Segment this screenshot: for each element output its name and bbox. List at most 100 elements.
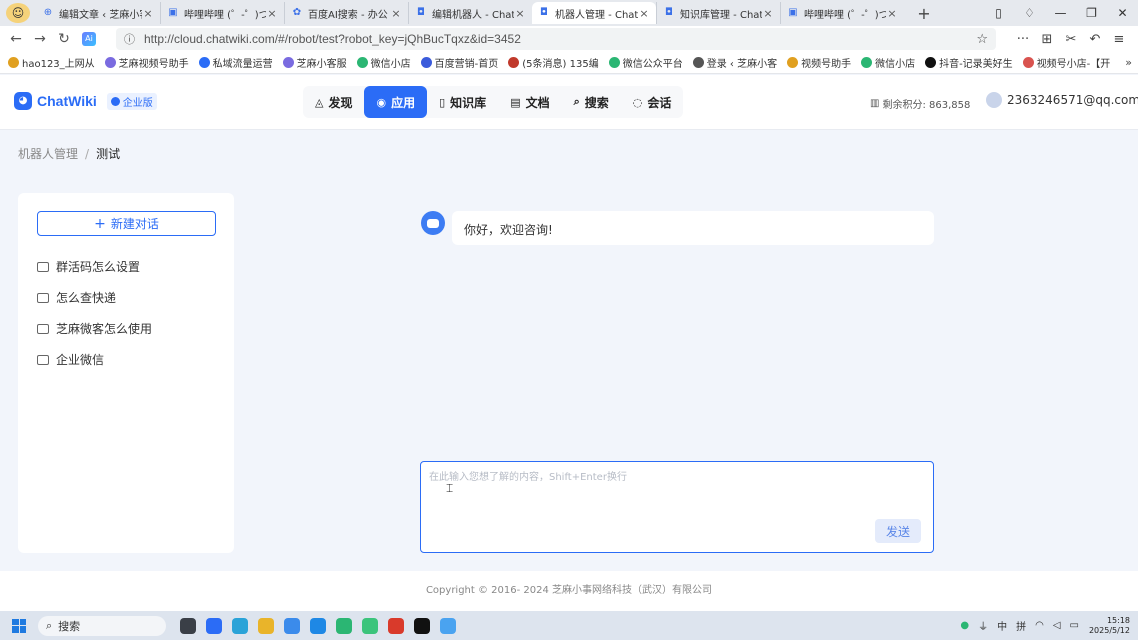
- bot-face: [427, 218, 439, 228]
- chat-icon: ◌: [632, 95, 643, 109]
- nav-sessions[interactable]: ◌ 会话: [621, 86, 684, 118]
- screen-capture-icon[interactable]: [362, 617, 378, 634]
- brand-logo[interactable]: ◕ ChatWiki 企业版: [14, 92, 157, 110]
- volume-icon[interactable]: ◁: [1053, 620, 1061, 631]
- bookmark-favicon-icon: [420, 57, 432, 68]
- minimize-icon[interactable]: —: [1045, 6, 1076, 20]
- nav-documents[interactable]: ▤ 文档: [498, 86, 561, 118]
- more-icon[interactable]: ···: [1012, 32, 1034, 47]
- bookmark-item[interactable]: 百度营销-首页: [420, 55, 498, 70]
- restore-icon[interactable]: ❐: [1076, 6, 1107, 20]
- chatwiki-icon: ◘: [665, 7, 673, 18]
- chatwiki-icon: ◘: [417, 7, 425, 18]
- menu-icon[interactable]: ≡: [1108, 32, 1130, 47]
- bookmark-item[interactable]: 微信小店: [861, 55, 915, 70]
- site-info-icon[interactable]: ⓘ: [124, 31, 138, 47]
- message-input[interactable]: [429, 468, 919, 518]
- paint-icon[interactable]: [310, 617, 326, 634]
- send-button[interactable]: 发送: [875, 519, 921, 543]
- browser-tab-strip: ☺ ⊕编辑文章 ‹ 芝麻小客× ▣哔哩哔哩 (゜-゜)つロ× ✿百度AI搜索 -…: [0, 0, 1138, 26]
- taskbar-search[interactable]: ⌕ 搜索: [38, 615, 166, 636]
- profile-avatar-icon[interactable]: ☺: [6, 3, 30, 23]
- back-icon[interactable]: ←: [4, 31, 28, 47]
- breadcrumb-current: 测试: [96, 147, 121, 161]
- bookmark-item[interactable]: 抖音-记录美好生: [925, 55, 1013, 70]
- close-tab-icon[interactable]: ×: [762, 7, 774, 20]
- wifi-icon[interactable]: ◠: [1035, 620, 1044, 631]
- user-menu[interactable]: 2363246571@qq.com ⌄: [986, 92, 1138, 108]
- bookmark-star-icon[interactable]: ☆: [976, 32, 988, 47]
- bookmark-item[interactable]: 私域流量运营: [198, 55, 273, 70]
- browser-tab[interactable]: ▣ 哔哩哔哩 (゜-゜)つ ×: [780, 2, 904, 24]
- bookmark-item[interactable]: 登录 ‹ 芝麻小客: [692, 55, 777, 70]
- browser-tab-active[interactable]: ◘ 机器人管理 - Chat ×: [532, 2, 656, 24]
- message-composer: 发送: [420, 461, 934, 553]
- nav-search[interactable]: ⌕ 搜索: [562, 86, 621, 118]
- bookmarks-overflow-icon[interactable]: »: [1125, 56, 1132, 69]
- chrome-icon[interactable]: [258, 617, 274, 634]
- bookmark-item[interactable]: 微信小店: [356, 55, 411, 70]
- browser-tab[interactable]: ▣哔哩哔哩 (゜-゜)つロ×: [160, 2, 284, 24]
- conversation-item[interactable]: 芝麻微客怎么使用: [37, 313, 152, 344]
- conversation-item[interactable]: 群活码怎么设置: [37, 251, 152, 282]
- microphone-icon[interactable]: ⏚: [978, 618, 988, 633]
- url-text: http://cloud.chatwiki.com/#/robot/test?r…: [144, 32, 521, 46]
- close-tab-icon[interactable]: ×: [266, 7, 278, 20]
- reading-mode-icon[interactable]: ▯: [983, 6, 1014, 20]
- window-controls: ▯ ♢ — ❐ ✕: [983, 0, 1138, 26]
- browser-app-icon[interactable]: [284, 617, 300, 634]
- discover-icon: ◬: [315, 95, 324, 109]
- bookmark-item[interactable]: hao123_上网从: [8, 55, 95, 70]
- tray-app-icon[interactable]: ●: [960, 620, 969, 631]
- reload-icon[interactable]: ↻: [52, 31, 76, 47]
- conversation-item[interactable]: 怎么查快递: [37, 282, 152, 313]
- breadcrumb-separator: /: [85, 146, 90, 161]
- battery-icon[interactable]: ▭: [1070, 620, 1079, 631]
- close-tab-icon[interactable]: ×: [886, 7, 898, 20]
- close-tab-icon[interactable]: ×: [390, 7, 402, 20]
- new-chat-button[interactable]: + 新建对话: [37, 211, 216, 236]
- message-icon: [37, 354, 49, 365]
- bookmark-item[interactable]: 芝麻小客服: [282, 55, 347, 70]
- bookmark-item[interactable]: 微信公众平台: [608, 55, 683, 70]
- undo-icon[interactable]: ↶: [1084, 32, 1106, 47]
- close-tab-icon[interactable]: ×: [142, 7, 154, 20]
- browser-tab[interactable]: ⊕ 编辑文章 ‹ 芝麻小客 ×: [36, 2, 160, 24]
- system-clock[interactable]: 15:18 2025/5/12: [1089, 616, 1130, 636]
- close-tab-icon[interactable]: ×: [514, 7, 526, 20]
- message-icon: [37, 261, 49, 272]
- shirt-icon[interactable]: ♢: [1014, 6, 1045, 20]
- capcut-icon[interactable]: [414, 617, 430, 634]
- widgets-icon[interactable]: [206, 617, 222, 634]
- browser-tab[interactable]: ◘ 知识库管理 - Chat ×: [656, 2, 780, 24]
- conversation-item[interactable]: 企业微信: [37, 344, 152, 375]
- search-app-icon[interactable]: [440, 617, 456, 634]
- browser-tab[interactable]: ✿ 百度AI搜索 - 办公 ×: [284, 2, 408, 24]
- wechat-icon[interactable]: [336, 617, 352, 634]
- windows-start-icon[interactable]: [12, 618, 26, 633]
- new-tab-button[interactable]: +: [912, 4, 936, 23]
- ime-indicator[interactable]: 中: [997, 618, 1007, 633]
- url-field[interactable]: ⓘ http://cloud.chatwiki.com/#/robot/test…: [116, 28, 996, 50]
- scissors-icon[interactable]: ✂: [1060, 32, 1082, 47]
- edition-badge: 企业版: [106, 92, 157, 110]
- conversation-list: 群活码怎么设置 怎么查快递 芝麻微客怎么使用 企业微信: [37, 251, 152, 375]
- browser-tab[interactable]: ◘ 编辑机器人 - Chat ×: [408, 2, 532, 24]
- task-view-icon[interactable]: [180, 617, 196, 634]
- apps-grid-icon[interactable]: ⊞: [1036, 32, 1058, 47]
- bookmark-item[interactable]: 视频号助手: [787, 55, 851, 70]
- ime-mode-indicator[interactable]: 拼: [1016, 618, 1026, 633]
- close-window-icon[interactable]: ✕: [1107, 6, 1138, 20]
- close-tab-icon[interactable]: ×: [638, 7, 650, 20]
- bookmark-item[interactable]: 视频号小店-【开: [1022, 55, 1110, 70]
- nav-apps[interactable]: ◉ 应用: [364, 86, 428, 118]
- breadcrumb-robot-management[interactable]: 机器人管理: [18, 145, 78, 162]
- wps-icon[interactable]: [388, 617, 404, 634]
- bookmark-item[interactable]: 芝麻视频号助手: [104, 55, 189, 70]
- bookmark-item[interactable]: (5条消息) 135编: [508, 55, 599, 70]
- forward-icon[interactable]: →: [28, 31, 52, 47]
- edge-icon[interactable]: [232, 617, 248, 634]
- ai-assistant-icon[interactable]: Ai: [82, 32, 96, 46]
- nav-discover[interactable]: ◬ 发现: [303, 86, 364, 118]
- nav-knowledge-base[interactable]: ▯ 知识库: [427, 86, 498, 118]
